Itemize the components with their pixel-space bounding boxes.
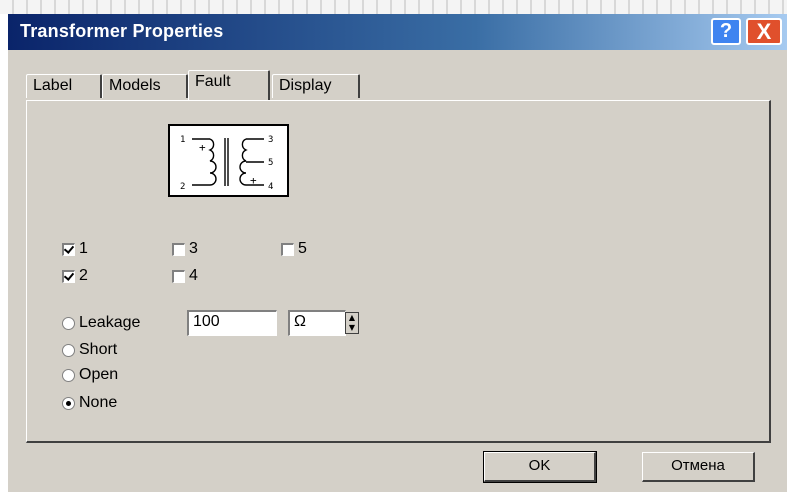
spin-up-icon[interactable]: ▲ bbox=[346, 313, 358, 323]
radio-circle[interactable] bbox=[62, 396, 75, 410]
radio-label: None bbox=[79, 394, 118, 411]
pin-4-checkbox[interactable]: 4 bbox=[172, 267, 198, 285]
checkbox-box[interactable] bbox=[172, 242, 185, 256]
checkbox-label: 4 bbox=[189, 267, 198, 284]
pin-label-5: 5 bbox=[268, 158, 273, 168]
pin-label-2: 2 bbox=[180, 182, 185, 192]
checkbox-box[interactable] bbox=[172, 269, 185, 283]
checkbox-box[interactable] bbox=[62, 242, 75, 256]
pin-1-checkbox[interactable]: 1 bbox=[62, 240, 88, 258]
dialog-client: Label Models Fault Display 1 2 3 4 5 + +… bbox=[8, 50, 787, 492]
radio-label: Leakage bbox=[79, 314, 141, 331]
open-radio[interactable]: Open bbox=[62, 366, 118, 384]
leakage-radio[interactable]: Leakage bbox=[62, 314, 140, 332]
radio-label: Short bbox=[79, 341, 118, 358]
short-radio[interactable]: Short bbox=[62, 341, 117, 359]
pin-3-checkbox[interactable]: 3 bbox=[172, 240, 198, 258]
radio-circle[interactable] bbox=[62, 368, 75, 382]
tab-display[interactable]: Display bbox=[272, 74, 360, 98]
pin-label-1: 1 bbox=[180, 135, 185, 145]
checkbox-box[interactable] bbox=[62, 269, 75, 283]
checkbox-label: 5 bbox=[298, 240, 307, 257]
fault-tab-panel bbox=[26, 100, 771, 443]
checkbox-label: 2 bbox=[79, 267, 88, 284]
window-title: Transformer Properties bbox=[20, 21, 224, 41]
tab-fault[interactable]: Fault bbox=[188, 70, 270, 100]
polarity-mark-primary: + bbox=[199, 141, 206, 154]
radio-circle[interactable] bbox=[62, 316, 75, 330]
cancel-button[interactable]: Отмена bbox=[642, 452, 755, 482]
close-button[interactable]: X bbox=[746, 18, 782, 45]
checkbox-box[interactable] bbox=[281, 242, 294, 256]
tab-models[interactable]: Models bbox=[102, 74, 188, 98]
title-bar[interactable]: Transformer Properties ? X bbox=[8, 14, 787, 50]
background-strip bbox=[0, 0, 787, 14]
leakage-unit-select[interactable]: Ω bbox=[288, 310, 346, 336]
checkbox-label: 3 bbox=[189, 240, 198, 257]
tab-label[interactable]: Label bbox=[26, 74, 102, 98]
transformer-symbol-icon: 1 2 3 4 5 + + bbox=[180, 135, 273, 192]
ok-button[interactable]: OK bbox=[483, 451, 597, 483]
pin-5-checkbox[interactable]: 5 bbox=[281, 240, 307, 258]
pin-label-4: 4 bbox=[268, 182, 273, 192]
help-button[interactable]: ? bbox=[711, 18, 741, 45]
spin-down-icon[interactable]: ▼ bbox=[346, 323, 358, 333]
radio-circle[interactable] bbox=[62, 343, 75, 357]
pin-label-3: 3 bbox=[268, 135, 273, 145]
unit-spinner[interactable]: ▲ ▼ bbox=[345, 312, 359, 334]
radio-label: Open bbox=[79, 366, 119, 383]
pin-2-checkbox[interactable]: 2 bbox=[62, 267, 88, 285]
transformer-diagram: 1 2 3 4 5 + + bbox=[168, 124, 289, 197]
transformer-properties-dialog: Transformer Properties ? X Label Models … bbox=[8, 14, 787, 492]
polarity-mark-secondary: + bbox=[250, 174, 257, 187]
checkbox-label: 1 bbox=[79, 240, 88, 257]
none-radio[interactable]: None bbox=[62, 394, 117, 412]
leakage-value-input[interactable]: 100 bbox=[187, 310, 277, 336]
